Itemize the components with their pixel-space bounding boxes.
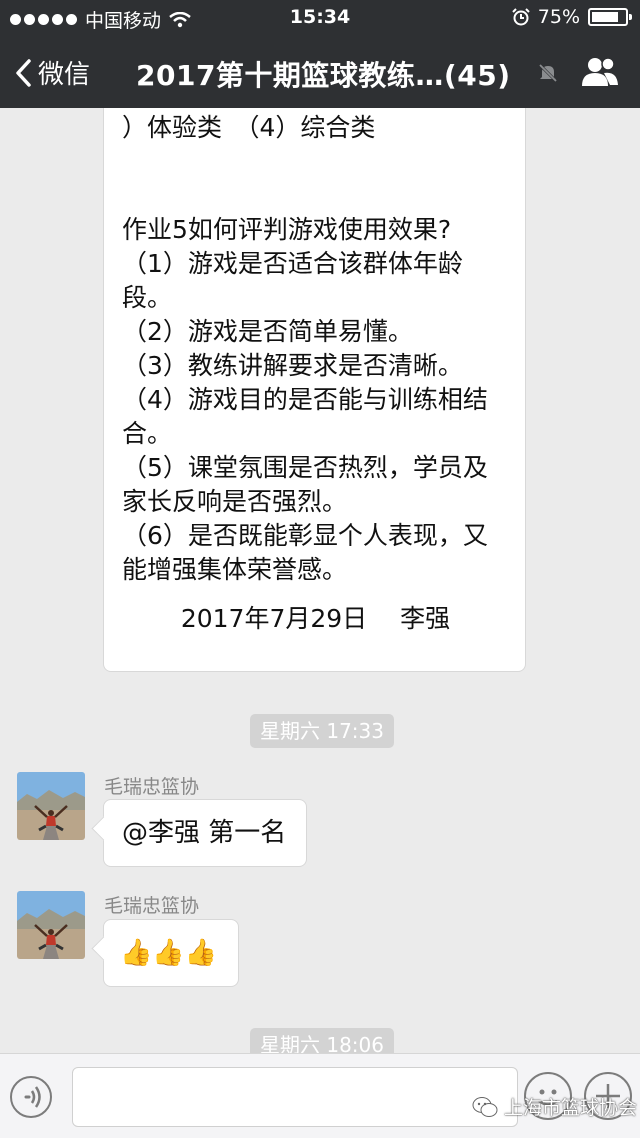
message-bubble[interactable]: @李强 第一名 bbox=[103, 799, 307, 867]
group-members-icon[interactable] bbox=[580, 56, 620, 88]
message-signature: 2017年7月29日 李强 bbox=[180, 604, 451, 633]
message-text: 👍👍👍 bbox=[120, 938, 218, 968]
avatar[interactable] bbox=[17, 891, 85, 959]
status-right: 75% bbox=[512, 6, 632, 28]
message-text: @李强 第一名 bbox=[122, 818, 287, 848]
message-bubble[interactable]: 👍👍👍 bbox=[103, 919, 239, 987]
mute-icon bbox=[537, 62, 559, 84]
voice-icon bbox=[24, 1086, 41, 1108]
back-button[interactable]: 微信 bbox=[14, 54, 90, 91]
sender-name: 毛瑞忠篮协 bbox=[104, 776, 200, 798]
chat-area[interactable]: ）体验类 （4）综合类 作业5如何评判游戏使用效果? （1）游戏是否适合该群体年… bbox=[0, 108, 640, 1053]
watermark-text: 上海市篮球协会 bbox=[504, 1097, 638, 1119]
top-bar: 中国移动 15:34 75% 微信 2017第十期篮球教练…(45) bbox=[0, 0, 640, 108]
message-text: ）体验类 （4）综合类 作业5如何评判游戏使用效果? （1）游戏是否适合该群体年… bbox=[122, 113, 488, 584]
timestamp: 星期六 17:33 bbox=[250, 714, 394, 748]
avatar[interactable] bbox=[17, 772, 85, 840]
nav-bar: 微信 2017第十期篮球教练…(45) bbox=[0, 36, 640, 108]
battery-icon bbox=[588, 8, 632, 26]
voice-button[interactable] bbox=[10, 1076, 52, 1118]
sender-name: 毛瑞忠篮协 bbox=[104, 895, 200, 917]
message-input[interactable] bbox=[72, 1067, 518, 1127]
battery-percent: 75% bbox=[537, 6, 580, 28]
status-bar: 中国移动 15:34 75% bbox=[0, 0, 640, 36]
message-bubble-homework[interactable]: ）体验类 （4）综合类 作业5如何评判游戏使用效果? （1）游戏是否适合该群体年… bbox=[103, 108, 526, 672]
watermark: 上海市篮球协会 bbox=[472, 1093, 637, 1120]
timestamp: 星期六 18:06 bbox=[250, 1028, 394, 1053]
wechat-logo-icon bbox=[472, 1096, 498, 1117]
alarm-icon bbox=[512, 8, 530, 26]
chat-title: 2017第十期篮球教练…(45) bbox=[136, 59, 511, 92]
chevron-left-icon bbox=[16, 58, 31, 87]
back-label: 微信 bbox=[38, 60, 91, 90]
